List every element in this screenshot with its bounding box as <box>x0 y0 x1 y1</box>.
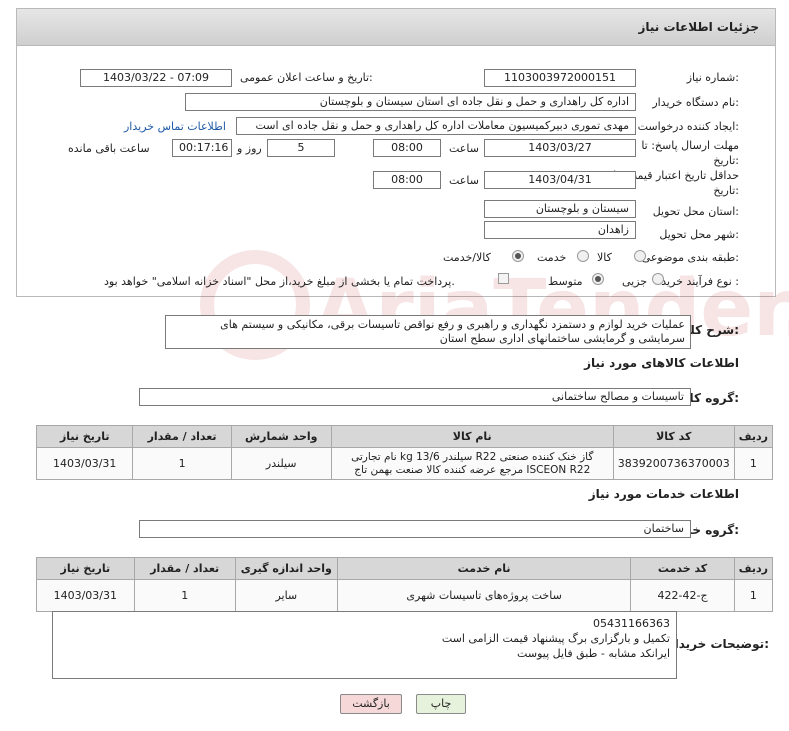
buyer-notes-line-3: ایرانکد مشابه - طبق فایل پیوست <box>517 647 670 660</box>
category-radio-goods-service[interactable] <box>512 250 524 262</box>
process-option-medium: متوسط <box>548 275 583 288</box>
creator-label: ایجاد کننده درخواست: <box>637 120 739 133</box>
buyer-notes-label: توضیحات خریدار: <box>667 637 769 651</box>
col-item-name: نام کالا <box>330 425 614 448</box>
services-table: تاریخ نیاز تعداد / مقدار واحد اندازه گیر… <box>36 557 774 612</box>
creator-field: مهدی تموری دبیرکمیسیون معاملات اداره کل … <box>236 117 636 135</box>
buyer-notes-textarea[interactable]: 05431166363 تکمیل و بارگزاری برگ پیشنهاد… <box>52 611 677 679</box>
col-service-name: نام خدمت <box>336 557 632 580</box>
goods-table-header: تاریخ نیاز تعداد / مقدار واحد شمارش نام … <box>35 425 774 448</box>
days-label: روز و <box>237 142 262 155</box>
category-option-goods-service: کالا/خدمت <box>443 251 491 264</box>
treasury-payment-note: پرداخت تمام یا بخشی از مبلغ خرید،از محل … <box>104 275 455 288</box>
province-field: سیستان و بلوچستان <box>484 200 636 218</box>
deadline-time-field: 08:00 <box>373 139 441 157</box>
buyer-notes-line-1: 05431166363 <box>593 617 670 630</box>
city-field: زاهدان <box>484 221 636 239</box>
cell-item-code: 3839200736370003 <box>612 447 735 480</box>
col-unit: واحد شمارش <box>230 425 332 448</box>
buyer-label: نام دستگاه خریدار: <box>652 96 739 109</box>
deadline-time-label: ساعت <box>449 142 479 155</box>
cell-unit: سیلندر <box>230 447 332 480</box>
process-label: نوع فرآیند خرید : <box>661 275 739 288</box>
col-row: ردیف <box>733 425 774 448</box>
city-label: شهر محل تحویل: <box>659 228 739 241</box>
col-row: ردیف <box>733 557 774 580</box>
deadline-label: مهلت ارسال پاسخ: تا تاریخ: <box>641 139 739 167</box>
cell-item-name: گاز خنک کننده صنعتی R22 سیلندر 13/6 kg ن… <box>330 447 614 480</box>
category-radio-service[interactable] <box>577 250 589 262</box>
panel-header: جزئیات اطلاعات نیاز <box>16 8 776 46</box>
cell-row: 1 <box>733 579 774 612</box>
col-service-code: کد خدمت <box>630 557 735 580</box>
validity-date-field: 1403/04/31 <box>484 171 636 189</box>
category-radio-goods[interactable] <box>634 250 646 262</box>
col-quantity: تعداد / مقدار <box>133 557 236 580</box>
province-label: استان محل تحویل: <box>652 205 739 218</box>
print-button[interactable]: چاپ <box>416 694 466 714</box>
description-textarea[interactable]: عملیات خرید لوازم و دستمزد نگهداری و راه… <box>165 315 691 349</box>
contact-buyer-link[interactable]: اطلاعات تماس خریدار <box>124 120 226 133</box>
services-group-field: ساختمان <box>139 520 691 538</box>
back-button[interactable]: بازگشت <box>340 694 402 714</box>
process-option-minor: جزیی <box>622 275 648 288</box>
process-radio-minor[interactable] <box>652 273 664 285</box>
goods-section-title: اطلاعات کالاهای مورد نیاز <box>584 356 739 370</box>
goods-table: تاریخ نیاز تعداد / مقدار واحد شمارش نام … <box>35 425 774 480</box>
col-measure-unit: واحد اندازه گیری <box>234 557 338 580</box>
cell-service-code: ج-42-422 <box>630 579 735 612</box>
col-item-code: کد کالا <box>612 425 735 448</box>
days-field: 5 <box>267 139 335 157</box>
services-table-header: تاریخ نیاز تعداد / مقدار واحد اندازه گیر… <box>36 557 774 580</box>
col-quantity: تعداد / مقدار <box>132 425 232 448</box>
table-row: 1403/03/31 1 سیلندر گاز خنک کننده صنعتی … <box>35 447 774 480</box>
process-radio-medium[interactable] <box>592 273 604 285</box>
validity-time-label: ساعت <box>449 174 479 187</box>
need-number-label: شماره نیاز: <box>686 71 739 84</box>
cell-quantity: 1 <box>132 447 232 480</box>
announce-field: 1403/03/22 - 07:09 <box>80 69 232 87</box>
announce-label: تاریخ و ساعت اعلان عمومی: <box>240 71 373 84</box>
table-row: 1403/03/31 1 سایر ساخت پروژه‌های تاسیسات… <box>36 579 774 612</box>
services-section-title: اطلاعات خدمات مورد نیاز <box>588 487 739 501</box>
buyer-notes-line-2: تکمیل و بارگزاری برگ پیشنهاد قیمت الزامی… <box>441 632 670 645</box>
cell-need-date: 1403/03/31 <box>35 447 134 480</box>
page-title: جزئیات اطلاعات نیاز <box>638 20 759 34</box>
category-option-goods: کالا <box>597 251 612 264</box>
need-number-field: 1103003972000151 <box>484 69 636 87</box>
col-need-date: تاریخ نیاز <box>36 557 135 580</box>
validity-time-field: 08:00 <box>373 171 441 189</box>
cell-row: 1 <box>733 447 774 480</box>
remaining-time-field: 00:17:16 <box>172 139 232 157</box>
cell-need-date: 1403/03/31 <box>36 579 135 612</box>
deadline-date-field: 1403/03/27 <box>484 139 636 157</box>
treasury-payment-checkbox[interactable] <box>498 273 509 284</box>
remaining-label: ساعت باقی مانده <box>68 142 150 155</box>
category-label: طبقه بندی موضوعی: <box>641 251 739 264</box>
cell-service-name: ساخت پروژه‌های تاسیسات شهری <box>336 579 632 612</box>
category-option-service: خدمت <box>537 251 567 264</box>
cell-quantity: 1 <box>133 579 236 612</box>
goods-group-field: تاسیسات و مصالح ساختمانی <box>139 388 691 406</box>
buyer-field: اداره کل راهداری و حمل و نقل جاده ای است… <box>185 93 636 111</box>
cell-measure-unit: سایر <box>234 579 338 612</box>
col-need-date: تاریخ نیاز <box>35 425 134 448</box>
